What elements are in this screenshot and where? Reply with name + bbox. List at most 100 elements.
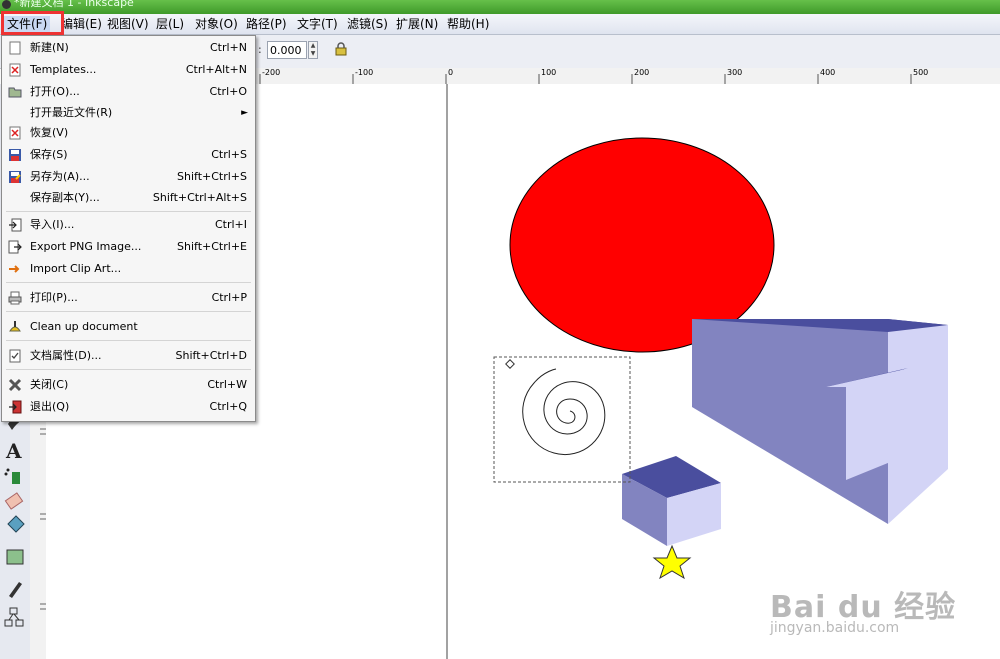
- menu-separator: [6, 211, 251, 212]
- menu-item-label: Clean up document: [30, 320, 138, 333]
- menu-item-save-as[interactable]: 另存为(A)... Shift+Ctrl+S: [2, 167, 255, 187]
- menu-layer[interactable]: 层(L): [153, 16, 187, 32]
- menu-item-shortcut: Shift+Ctrl+Alt+S: [152, 191, 247, 204]
- menu-item-new[interactable]: 新建(N) Ctrl+N: [2, 38, 255, 58]
- menu-help[interactable]: 帮助(H): [444, 16, 492, 32]
- menu-item-quit[interactable]: 退出(Q) Ctrl+Q: [2, 397, 255, 417]
- menu-separator: [6, 369, 251, 370]
- menu-item-clean-up[interactable]: Clean up document: [2, 317, 255, 337]
- menu-item-label: 退出(Q): [30, 400, 70, 413]
- revert-icon: [9, 126, 21, 140]
- menu-item-shortcut: Ctrl+Q: [209, 400, 247, 413]
- menu-item-label: Export PNG Image...: [30, 240, 142, 253]
- menu-item-document-properties[interactable]: 文档属性(D)... Shift+Ctrl+D: [2, 346, 255, 366]
- open-folder-icon: [8, 87, 22, 98]
- menu-item-shortcut: Shift+Ctrl+D: [175, 349, 247, 362]
- clip-art-icon: [9, 265, 20, 273]
- title-bar: *新建文档 1 - Inkscape: [0, 0, 1000, 14]
- baidu-watermark: Bai du 经验 jingyan.baidu.com: [770, 582, 956, 636]
- toolbar-spin-button[interactable]: ▲ ▼: [308, 41, 318, 59]
- menu-item-label: 关闭(C): [30, 378, 69, 391]
- menu-item-shortcut: Ctrl+W: [207, 378, 247, 391]
- menu-item-label: 另存为(A)...: [30, 170, 90, 183]
- menu-item-label: 新建(N): [30, 41, 69, 54]
- gradient-tool-icon[interactable]: [6, 549, 24, 565]
- svg-text:A: A: [5, 439, 22, 463]
- spiral-shape[interactable]: [493, 356, 631, 483]
- ruler-label: 100: [541, 68, 557, 77]
- submenu-arrow-icon: ►: [241, 108, 248, 118]
- clean-up-icon: [9, 321, 21, 332]
- menu-item-templates[interactable]: Templates... Ctrl+Alt+N: [2, 60, 255, 80]
- templates-icon: [9, 63, 21, 77]
- inkscape-logo-icon: [2, 0, 11, 9]
- ruler-label: -200: [262, 68, 281, 77]
- menu-item-label: 导入(I)...: [30, 218, 75, 231]
- menu-item-label: 保存(S): [30, 148, 68, 161]
- spray-tool-icon[interactable]: [4, 468, 21, 485]
- menu-item-export-png[interactable]: Export PNG Image... Shift+Ctrl+E: [2, 237, 255, 257]
- menu-separator: [6, 311, 251, 312]
- connector-tool-icon[interactable]: [4, 607, 24, 627]
- menu-item-shortcut: Ctrl+Alt+N: [185, 63, 247, 76]
- close-icon: [8, 378, 22, 392]
- eraser-tool-icon[interactable]: [4, 492, 24, 510]
- menu-item-label: 文档属性(D)...: [30, 349, 102, 362]
- toolbar-value-input[interactable]: 0.000: [267, 41, 307, 59]
- export-png-icon: [8, 240, 22, 254]
- lock-icon[interactable]: [334, 42, 348, 56]
- yellow-star[interactable]: [652, 544, 692, 580]
- menu-item-open-recent[interactable]: 打开最近文件(R) ►: [2, 103, 255, 123]
- document-properties-icon: [9, 349, 21, 363]
- menu-item-shortcut: Ctrl+O: [209, 85, 247, 98]
- menu-object[interactable]: 对象(O): [192, 16, 241, 32]
- menu-item-open[interactable]: 打开(O)... Ctrl+O: [2, 82, 255, 102]
- ruler-label: 300: [727, 68, 743, 77]
- menu-item-print[interactable]: 打印(P)... Ctrl+P: [2, 288, 255, 308]
- new-document-icon: [9, 41, 21, 55]
- small-3d-box[interactable]: [622, 456, 721, 546]
- menu-text[interactable]: 文字(T): [294, 16, 341, 32]
- menu-item-import[interactable]: 导入(I)... Ctrl+I: [2, 215, 255, 235]
- print-icon: [8, 291, 22, 305]
- menu-item-label: 打印(P)...: [30, 291, 78, 304]
- menu-item-shortcut: Ctrl+P: [211, 291, 247, 304]
- menu-item-save[interactable]: 保存(S) Ctrl+S: [2, 145, 255, 165]
- menu-item-shortcut: Ctrl+I: [214, 218, 247, 231]
- large-3d-box[interactable]: [692, 319, 948, 524]
- paint-bucket-tool-icon[interactable]: [7, 515, 25, 533]
- menu-separator: [6, 340, 251, 341]
- import-icon: [9, 218, 22, 232]
- menu-item-label: Import Clip Art...: [30, 262, 122, 275]
- menu-separator: [6, 282, 251, 283]
- menu-item-import-clip-art[interactable]: Import Clip Art...: [2, 259, 255, 279]
- menu-path[interactable]: 路径(P): [243, 16, 290, 32]
- menu-item-label: 打开最近文件(R): [30, 106, 113, 119]
- menu-item-shortcut: Ctrl+S: [211, 148, 247, 161]
- menu-view[interactable]: 视图(V): [104, 16, 152, 32]
- toolbar-field-label: :: [258, 43, 262, 56]
- menu-item-close[interactable]: 关闭(C) Ctrl+W: [2, 375, 255, 395]
- window-title: *新建文档 1 - Inkscape: [14, 0, 134, 9]
- menu-item-shortcut: Ctrl+N: [209, 41, 247, 54]
- menu-item-shortcut: Shift+Ctrl+E: [177, 240, 247, 253]
- menu-item-label: 打开(O)...: [30, 85, 80, 98]
- menu-item-revert[interactable]: 恢复(V): [2, 123, 255, 143]
- dropper-tool-icon[interactable]: [9, 582, 22, 598]
- file-menu-highlight: [1, 11, 64, 35]
- ruler-label: 500: [913, 68, 929, 77]
- save-icon: [9, 149, 21, 161]
- save-as-icon: [9, 171, 21, 183]
- menu-filters[interactable]: 滤镜(S): [344, 16, 391, 32]
- menu-extensions[interactable]: 扩展(N): [393, 16, 441, 32]
- ruler-label: 400: [820, 68, 836, 77]
- menu-bar: 文件(F) 编辑(E) 视图(V) 层(L) 对象(O) 路径(P) 文字(T)…: [0, 14, 1000, 35]
- ruler-label: 0: [448, 68, 454, 77]
- menu-item-save-copy[interactable]: 保存副本(Y)... Shift+Ctrl+Alt+S: [2, 188, 255, 208]
- menu-item-shortcut: Shift+Ctrl+S: [177, 170, 247, 183]
- watermark-url: jingyan.baidu.com: [770, 620, 900, 636]
- ruler-label: 200: [634, 68, 650, 77]
- file-menu-dropdown: 新建(N) Ctrl+N Templates... Ctrl+Alt+N 打开(…: [1, 35, 256, 422]
- menu-edit[interactable]: 编辑(E): [58, 16, 105, 32]
- text-tool-icon[interactable]: A: [5, 439, 22, 463]
